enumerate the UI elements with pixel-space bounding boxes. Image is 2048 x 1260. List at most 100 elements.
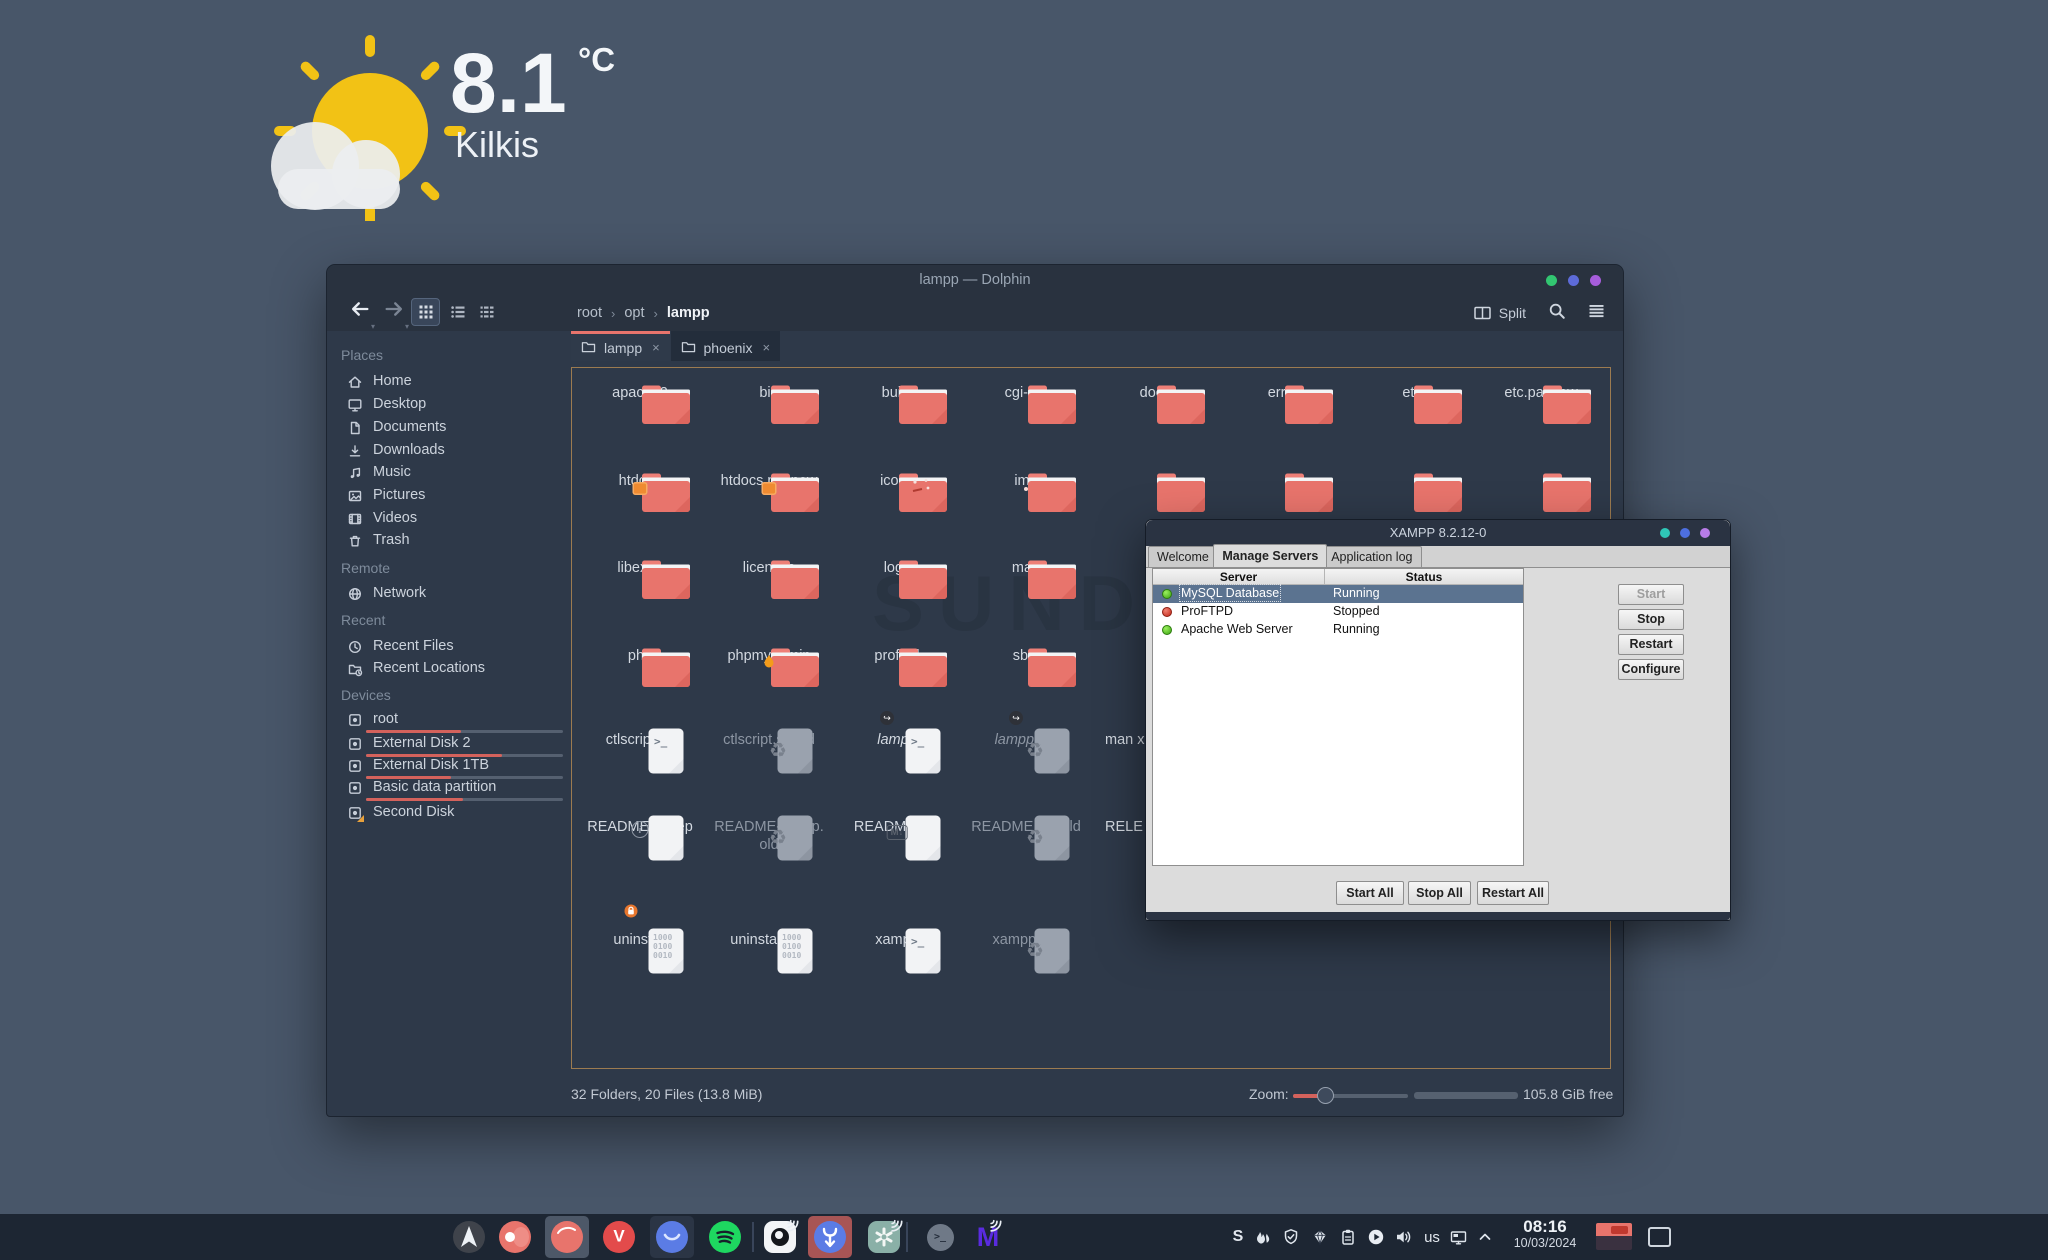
dock-vivaldi-icon[interactable]: V	[597, 1216, 641, 1258]
sidebar-item-network[interactable]: Network	[327, 584, 571, 606]
sidebar-item-external-disk-1tb[interactable]: External Disk 1TB	[327, 756, 571, 778]
dock-blue-down-arrow-app-icon[interactable]	[808, 1216, 852, 1258]
zoom-slider[interactable]	[1293, 1094, 1408, 1098]
tray-surfshark-icon[interactable]: S	[1225, 1226, 1251, 1248]
xampp-tab-application-log[interactable]: Application log	[1322, 546, 1421, 567]
forward-button[interactable]: ▾	[383, 299, 409, 325]
dock-red-dot-app-icon[interactable]	[493, 1216, 537, 1258]
file-item-error[interactable]: error	[1219, 378, 1347, 402]
zoom-slider-knob[interactable]	[1317, 1087, 1334, 1104]
sidebar-item-pictures[interactable]: Pictures	[327, 486, 571, 508]
sidebar-item-home[interactable]: Home	[327, 372, 571, 394]
sidebar-item-trash[interactable]: Trash	[327, 531, 571, 553]
file-item-htdocs[interactable]: htdocs	[576, 466, 704, 490]
file-item-proftpd[interactable]: proftpd	[833, 641, 961, 665]
notification-badge[interactable]	[1596, 1223, 1632, 1250]
file-item-sbin[interactable]: sbin	[962, 641, 1090, 665]
server-row-mysql-database[interactable]: MySQL DatabaseRunning	[1153, 585, 1523, 603]
breadcrumb-item-lampp[interactable]: lampp	[667, 305, 710, 321]
stop-all-button[interactable]: Stop All	[1408, 881, 1471, 905]
tab-lampp[interactable]: lampp×	[571, 331, 670, 361]
file-item-man[interactable]: man	[962, 553, 1090, 577]
file-item-readme-md-old[interactable]: ♻README.md.old	[962, 812, 1090, 836]
sidebar-item-documents[interactable]: Documents	[327, 418, 571, 440]
details-view-button[interactable]	[472, 298, 501, 326]
sidebar-item-external-disk-2[interactable]: External Disk 2	[327, 734, 571, 756]
tray-flame-icon[interactable]	[1250, 1226, 1276, 1248]
file-item-etc-pacnew[interactable]: etc.pacnew	[1477, 378, 1605, 402]
sidebar-item-downloads[interactable]: Downloads	[327, 441, 571, 463]
sidebar-item-recent-files[interactable]: Recent Files	[327, 637, 571, 659]
file-item-etc[interactable]: etc	[1348, 378, 1476, 402]
close-dot-icon[interactable]	[1590, 275, 1601, 286]
xampp-tab-welcome[interactable]: Welcome	[1148, 546, 1218, 567]
back-history-caret-icon[interactable]: ▾	[371, 322, 375, 331]
dock-obs-studio-icon[interactable]	[758, 1216, 802, 1258]
start-button[interactable]: Start	[1618, 584, 1684, 605]
sidebar-item-videos[interactable]: Videos	[327, 509, 571, 531]
restart-button[interactable]: Restart	[1618, 634, 1684, 655]
start-all-button[interactable]: Start All	[1336, 881, 1404, 905]
show-desktop-button[interactable]	[1648, 1227, 1671, 1247]
file-item-docs[interactable]: docs	[1091, 378, 1219, 402]
grid-view-button[interactable]	[411, 298, 440, 326]
file-item-cgi-bin[interactable]: cgi-bin	[962, 378, 1090, 402]
breadcrumb-item-opt[interactable]: opt	[624, 305, 644, 321]
back-button[interactable]: ▾	[349, 299, 375, 325]
tray-chevron-up-icon[interactable]	[1472, 1226, 1498, 1248]
file-item-phpmyadmin[interactable]: phpmyadmin	[705, 641, 833, 665]
dock-chatgpt-icon[interactable]	[862, 1216, 906, 1258]
file-item-lampp-old[interactable]: ♻↪lampp.old	[962, 725, 1090, 749]
search-icon[interactable]	[1548, 302, 1566, 325]
minimize-dot-icon[interactable]	[1546, 275, 1557, 286]
file-item-hidden[interactable]	[1219, 466, 1347, 472]
file-item-htdocs-pacnew[interactable]: htdocs.pacnew	[705, 466, 833, 490]
sidebar-item-desktop[interactable]: Desktop	[327, 395, 571, 417]
file-item-xampp-old[interactable]: ♻xampp.old	[962, 925, 1090, 949]
tray-diamond-icon[interactable]	[1307, 1226, 1333, 1248]
sidebar-item-basic-data-partition[interactable]: Basic data partition	[327, 778, 571, 800]
file-item-hidden[interactable]	[1091, 466, 1219, 472]
xampp-tab-manage-servers[interactable]: Manage Servers	[1213, 544, 1327, 567]
file-item-bin[interactable]: bin	[705, 378, 833, 402]
taskbar-clock[interactable]: 08:16 10/03/2024	[1498, 1217, 1592, 1250]
breadcrumb-item-root[interactable]: root	[577, 305, 602, 321]
dock-terminal-app-icon[interactable]: >_	[918, 1216, 962, 1258]
file-item-uninstall-dat[interactable]: 1000 0100 0010uninstall.dat	[705, 925, 833, 949]
dolphin-titlebar[interactable]: lampp — Dolphin	[327, 265, 1623, 295]
file-item-icons[interactable]: icons	[833, 466, 961, 490]
dock-m-media-app-icon[interactable]: M	[966, 1216, 1010, 1258]
file-item-licenses[interactable]: licenses	[705, 553, 833, 577]
tray-media-play-icon[interactable]	[1363, 1226, 1389, 1248]
file-item-uninstall[interactable]: 1000 0100 0010uninstall	[576, 925, 704, 949]
file-item-ctlscript-sh[interactable]: >_ctlscript.sh	[576, 725, 704, 749]
sidebar-item-recent-locations[interactable]: Recent Locations	[327, 659, 571, 681]
file-item-apache2[interactable]: apache2	[576, 378, 704, 402]
dock-arch-launcher-icon[interactable]	[447, 1216, 491, 1258]
sidebar-item-second-disk[interactable]: Second Disk	[327, 803, 571, 825]
keyboard-layout-indicator[interactable]: us	[1419, 1226, 1445, 1248]
file-item-hidden[interactable]	[1477, 466, 1605, 472]
file-item-php[interactable]: php	[576, 641, 704, 665]
tray-shield-check-icon[interactable]	[1278, 1226, 1304, 1248]
dock-blue-smiley-app-icon[interactable]	[650, 1216, 694, 1258]
file-item-hidden[interactable]	[1348, 466, 1476, 472]
file-item-lampp[interactable]: >_↪lampp	[833, 725, 961, 749]
menu-icon[interactable]	[1588, 303, 1605, 324]
dock-salmon-app-icon[interactable]	[545, 1216, 589, 1258]
server-row-proftpd[interactable]: ProFTPDStopped	[1153, 603, 1523, 621]
forward-history-caret-icon[interactable]: ▾	[405, 322, 409, 331]
sidebar-item-music[interactable]: Music	[327, 463, 571, 485]
xampp-close-dot-icon[interactable]	[1700, 528, 1710, 538]
xampp-titlebar[interactable]: XAMPP 8.2.12-0	[1146, 520, 1730, 546]
close-tab-icon[interactable]: ×	[652, 340, 660, 355]
list-view-button[interactable]	[443, 298, 472, 326]
xampp-minimize-dot-icon[interactable]	[1660, 528, 1670, 538]
file-item-xampp[interactable]: >_xampp	[833, 925, 961, 949]
tray-clipboard-icon[interactable]	[1335, 1226, 1361, 1248]
file-item-readme-wsrep-old[interactable]: ♻README-wsrep.old	[705, 812, 833, 854]
file-item-img[interactable]: img	[962, 466, 1090, 490]
server-row-apache-web-server[interactable]: Apache Web ServerRunning	[1153, 621, 1523, 639]
maximize-dot-icon[interactable]	[1568, 275, 1579, 286]
close-tab-icon[interactable]: ×	[763, 340, 771, 355]
